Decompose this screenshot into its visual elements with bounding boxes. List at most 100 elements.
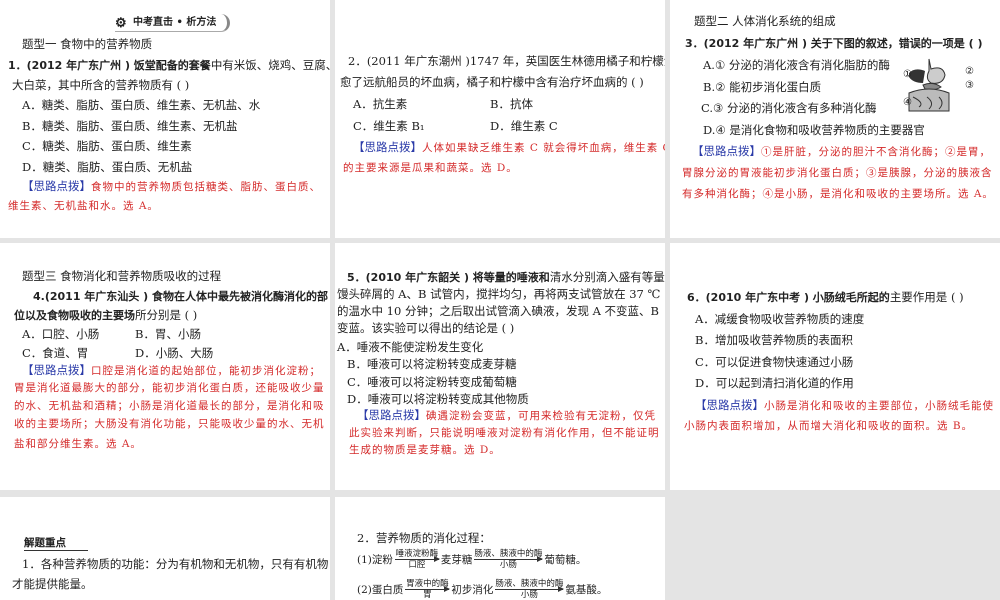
question-rest: 所分别是 ( ) — [135, 308, 198, 322]
section-title: 题型一 食物中的营养物质 — [22, 37, 153, 51]
question-line: 馒头碎屑的 A、B 试管内，搅拌均匀，再将两支试管放在 37 ℃ — [337, 287, 661, 301]
arrow-label-top: 肠液、胰液中的酶 — [474, 549, 543, 559]
starch-digestion-flow: (1)淀粉 唾液淀粉酶 口腔 麦芽糖 肠液、胰液中的酶 小肠 葡萄糖。 — [357, 549, 586, 570]
hint-text: 小肠是消化和吸收的主要部位，小肠绒毛能使 — [764, 400, 994, 412]
section-title: 题型二 人体消化系统的组成 — [694, 14, 836, 28]
hint-label: 【思路点拨】 — [695, 398, 764, 412]
slide-2[interactable]: 2．(2011 年广东潮州 )1747 年，英国医生林德用橘子和柠檬治 愈了远航… — [335, 0, 665, 238]
question: 5．(2010 年广东韶关 ) 将等量的唾液和清水分别滴入盛有等量 — [347, 270, 665, 285]
option-c: C．食道、胃 — [22, 346, 89, 360]
option-d: D.④ 是消化食物和吸收营养物质的主要器官 — [703, 123, 925, 137]
option-b: B.② 能初步消化蛋白质 — [703, 80, 822, 94]
question: 3．(2012 年广东广州 ) 关于下图的叙述，错误的一项是 ( ) — [685, 37, 983, 50]
key-point-line: 1．各种营养物质的功能：分为有机物和无机物，只有有机物 — [22, 557, 329, 571]
option-a: A．减缓食物吸收营养物质的速度 — [695, 312, 865, 326]
option-a: A．唾液不能使淀粉发生变化 — [337, 340, 484, 354]
hint: 【思路点拨】碘遇淀粉会变蓝，可用来检验有无淀粉，仅凭 — [357, 408, 656, 423]
option-c: C.③ 分泌的消化液含有多种消化酶 — [701, 101, 877, 115]
question-line: 愈了远航船员的坏血病，橘子和柠檬中含有治疗坏血病的 ( ) — [340, 75, 644, 89]
arrow: 胃液中的酶胃 — [405, 579, 451, 600]
arrow-label-top: 唾液淀粉酶 — [395, 549, 439, 559]
hint-label: 【思路点拨】 — [22, 363, 91, 377]
flow-mid: 麦芽糖 — [440, 554, 473, 566]
section-title: 题型三 食物消化和营养物质吸收的过程 — [22, 269, 222, 283]
option-b: B．胃、小肠 — [135, 327, 201, 341]
question: 4.(2011 年广东汕头 ) 食物在人体中最先被消化酶消化的部 — [33, 290, 328, 303]
arrow-label-bottom: 口腔 — [408, 560, 426, 570]
slide-8[interactable]: 2．营养物质的消化过程： (1)淀粉 唾液淀粉酶 口腔 麦芽糖 肠液、胰液中的酶小… — [335, 497, 665, 600]
option-b: B．抗体 — [490, 97, 533, 111]
arrow: 肠液、胰液中的酶 小肠 — [495, 579, 565, 600]
option-b: B．糖类、脂肪、蛋白质、维生素、无机盐 — [22, 119, 238, 133]
flow-start: (1)淀粉 — [357, 554, 393, 566]
question-bold: 5．(2010 年广东韶关 ) 将等量的唾液和 — [347, 271, 550, 284]
option-d: D．维生素 C — [490, 119, 558, 133]
hint: 【思路点拨】食物中的营养物质包括糖类、脂肪、蛋白质、 — [22, 179, 321, 194]
question: 1．(2012 年广东广州 ) 饭堂配备的套餐中有米饭、烧鸡、豆腐、 — [8, 58, 330, 73]
figure-label-1: ① — [903, 69, 912, 80]
question-bold: 6．(2010 年广东中考 ) 小肠绒毛所起的 — [687, 291, 890, 304]
question-rest: 中有米饭、烧鸡、豆腐、 — [210, 58, 330, 72]
option-b: B．唾液可以将淀粉转变成麦芽糖 — [347, 357, 517, 371]
hint-text: 的水、无机盐和酒精；小肠是消化道最长的部分，是消化和吸 — [14, 400, 325, 412]
question-line: 位以及食物吸收的主要场所分别是 ( ) — [14, 308, 197, 323]
flow-start: (2)蛋白质 — [357, 584, 404, 596]
hint-label: 【思路点拨】 — [22, 179, 91, 193]
hint-text: 有多种消化酶；④是小肠，是消化和吸收的主要场所。选 A。 — [682, 188, 994, 200]
option-d: D．小肠、大肠 — [135, 346, 214, 360]
gear-icon: ⚙ — [115, 16, 127, 31]
flow-mid: 初步消化 — [451, 584, 494, 596]
section-banner: ⚙ 中考直击 • 析方法 — [115, 14, 230, 32]
hint-text: 小肠内表面积增加，从而增大消化和吸收的面积。选 B。 — [684, 420, 974, 432]
hint-text: 盐和部分维生素。选 A。 — [14, 438, 142, 450]
hint-text: 食物中的营养物质包括糖类、脂肪、蛋白质、 — [91, 181, 321, 193]
flow-end: 氨基酸。 — [565, 584, 608, 596]
option-b: B．增加吸收营养物质的表面积 — [695, 333, 853, 347]
figure-label-2: ② — [965, 66, 974, 77]
figure-label-3: ③ — [965, 80, 974, 91]
arrow-label-bottom: 小肠 — [520, 590, 538, 600]
question-bold: 1．(2012 年广东广州 ) 饭堂配备的套餐 — [8, 59, 211, 72]
option-c: C．糖类、脂肪、蛋白质、维生素 — [22, 139, 192, 153]
option-d: D．可以起到清扫消化道的作用 — [695, 376, 854, 390]
hint-text: 胃是消化道最膨大的部分，能初步消化蛋白质，还能吸收少量 — [14, 382, 325, 394]
section-title: 2．营养物质的消化过程： — [357, 531, 491, 545]
arrow-label-bottom: 胃 — [423, 590, 432, 600]
hint-text: 的主要来源是瓜果和蔬菜。选 D。 — [343, 162, 518, 174]
hint-text: 碘遇淀粉会变蓝，可用来检验有无淀粉，仅凭 — [426, 410, 656, 422]
slide-4[interactable]: 题型三 食物消化和营养物质吸收的过程 4.(2011 年广东汕头 ) 食物在人体… — [0, 243, 330, 490]
option-c: C．唾液可以将淀粉转变成葡萄糖 — [347, 375, 517, 389]
arrow-label-bottom: 小肠 — [499, 560, 517, 570]
option-a: A．口腔、小肠 — [22, 327, 100, 341]
option-c: C．可以促进食物快速通过小肠 — [695, 355, 854, 369]
hint-label: 【思路点拨】 — [692, 144, 761, 158]
option-a: A.① 分泌的消化液含有消化脂肪的酶 — [703, 58, 890, 72]
key-points-heading: 解题重点 — [24, 536, 88, 551]
protein-digestion-flow: (2)蛋白质 胃液中的酶胃 初步消化 肠液、胰液中的酶 小肠 氨基酸。 — [357, 579, 607, 600]
slide-5[interactable]: 5．(2010 年广东韶关 ) 将等量的唾液和清水分别滴入盛有等量 馒头碎屑的 … — [335, 243, 665, 490]
option-d: D．唾液可以将淀粉转变成其他物质 — [347, 392, 529, 406]
hint-label: 【思路点拨】 — [357, 408, 426, 422]
slide-3[interactable]: 题型二 人体消化系统的组成 3．(2012 年广东广州 ) 关于下图的叙述，错误… — [670, 0, 1000, 238]
hint-text: 胃腺分泌的胃液能初步消化蛋白质；③是胰腺，分泌的胰液含 — [682, 167, 993, 179]
hint-text: 维生素、无机盐和水。选 A。 — [8, 200, 159, 212]
question-rest: 主要作用是 ( ) — [889, 290, 964, 304]
question-bold: 位以及食物吸收的主要场 — [14, 309, 135, 322]
hint-text: 生成的物质是麦芽糖。选 D。 — [349, 444, 501, 456]
slide-7[interactable]: 解题重点 1．各种营养物质的功能：分为有机物和无机物，只有有机物 才能提供能量。 — [0, 497, 330, 600]
question-line: 的温水中 10 分钟；之后取出试管滴入碘液，发现 A 不变蓝、B — [337, 304, 660, 318]
slide-1[interactable]: ⚙ 中考直击 • 析方法 题型一 食物中的营养物质 1．(2012 年广东广州 )… — [0, 0, 330, 238]
arrow: 唾液淀粉酶 口腔 — [394, 549, 440, 570]
hint: 【思路点拨】小肠是消化和吸收的主要部位，小肠绒毛能使 — [695, 398, 994, 413]
hint-label: 【思路点拨】 — [353, 140, 422, 154]
banner-text: 中考直击 • 析方法 — [133, 17, 217, 28]
option-c: C．维生素 B₁ — [353, 119, 425, 133]
slide-6[interactable]: 6．(2010 年广东中考 ) 小肠绒毛所起的主要作用是 ( ) A．减缓食物吸… — [670, 243, 1000, 490]
key-point-line: 才能提供能量。 — [12, 577, 93, 591]
hint-text: 口腔是消化道的起始部位，能初步消化淀粉； — [91, 365, 321, 377]
arrow-label-top: 胃液中的酶 — [406, 579, 449, 589]
option-a: A．抗生素 — [353, 97, 408, 111]
hint: 【思路点拨】口腔是消化道的起始部位，能初步消化淀粉； — [22, 363, 321, 378]
arrow: 肠液、胰液中的酶 小肠 — [474, 549, 544, 570]
option-a: A．糖类、脂肪、蛋白质、维生素、无机盐、水 — [22, 98, 261, 112]
